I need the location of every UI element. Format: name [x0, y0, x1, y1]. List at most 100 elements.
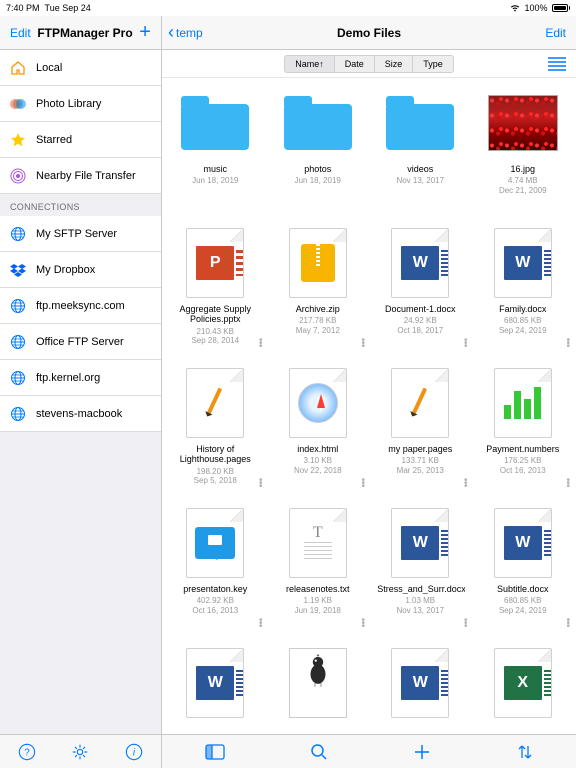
connection-label: stevens-macbook	[36, 408, 122, 420]
more-button[interactable]: •••	[464, 479, 468, 488]
sort-option[interactable]: Date	[335, 55, 375, 73]
more-button[interactable]: •••	[361, 619, 365, 628]
back-button[interactable]: ‹temp	[168, 22, 203, 43]
connection-item[interactable]: ftp.kernel.org	[0, 360, 161, 396]
more-button[interactable]: •••	[361, 339, 365, 348]
file-meta: Jun 18, 2019	[192, 176, 238, 186]
file-item[interactable]: W Subtitle.docx 680.85 KBSep 24, 2019 ••…	[472, 504, 575, 638]
file-name: History of Lighthouse.pages	[170, 444, 260, 465]
word-icon: W	[180, 648, 250, 718]
file-item[interactable]: presentaton.key 402.92 KBOct 16, 2013 ••…	[164, 504, 267, 638]
file-item[interactable]: W	[164, 644, 267, 734]
panel-toggle-button[interactable]	[205, 744, 225, 760]
sort-option[interactable]: Size	[375, 55, 414, 73]
file-item[interactable]	[267, 644, 370, 734]
file-name: presentaton.key	[181, 584, 249, 594]
sort-option[interactable]: Type	[413, 55, 454, 73]
file-name: videos	[405, 164, 435, 174]
file-item[interactable]: my paper.pages 133.71 KBMar 25, 2013 •••	[369, 364, 472, 498]
file-item[interactable]: History of Lighthouse.pages 198.20 KBSep…	[164, 364, 267, 498]
word-icon: W	[385, 228, 455, 298]
folder-title: Demo Files	[337, 26, 401, 40]
file-meta: 24.92 KBOct 18, 2017	[397, 316, 443, 335]
folder-icon	[385, 88, 455, 158]
keynote-icon	[180, 508, 250, 578]
more-button[interactable]: •••	[259, 479, 263, 488]
globe-icon	[10, 226, 26, 242]
sort-option[interactable]: Name↑	[284, 55, 335, 73]
file-meta: 1.03 MBNov 13, 2017	[396, 596, 444, 615]
sidebar-item-photo-library[interactable]: Photo Library	[0, 86, 161, 122]
status-time: 7:40 PM	[6, 3, 40, 13]
more-button[interactable]: •••	[566, 619, 570, 628]
excel-icon: X	[488, 648, 558, 718]
sidebar-edit-button[interactable]: Edit	[10, 26, 31, 40]
back-label: temp	[176, 26, 203, 40]
file-meta: Jun 18, 2019	[295, 176, 341, 186]
sidebar-item-nearby-file-transfer[interactable]: Nearby File Transfer	[0, 158, 161, 194]
connection-label: ftp.kernel.org	[36, 372, 100, 384]
file-item[interactable]: P Aggregate Supply Policies.pptx 210.43 …	[164, 224, 267, 358]
app-title: FTPManager Pro	[37, 26, 132, 40]
more-button[interactable]: •••	[361, 479, 365, 488]
more-button[interactable]: •••	[259, 339, 263, 348]
help-button[interactable]: ?	[17, 742, 37, 762]
txt-icon: T	[283, 508, 353, 578]
layout-toggle-button[interactable]	[548, 57, 566, 71]
zip-icon	[283, 228, 353, 298]
sidebar-item-starred[interactable]: Starred	[0, 122, 161, 158]
sort-segment[interactable]: Name↑DateSizeType	[284, 55, 454, 73]
connection-item[interactable]: ftp.meeksync.com	[0, 288, 161, 324]
word-icon: W	[488, 508, 558, 578]
file-item[interactable]: W Document-1.docx 24.92 KBOct 18, 2017 •…	[369, 224, 472, 358]
html-icon	[283, 368, 353, 438]
sidebar-list[interactable]: LocalPhoto LibraryStarredNearby File Tra…	[0, 50, 161, 734]
battery-icon	[552, 4, 571, 12]
file-item[interactable]: photos Jun 18, 2019	[267, 84, 370, 218]
nearby-icon	[10, 168, 26, 184]
sidebar-item-local[interactable]: Local	[0, 50, 161, 86]
file-item[interactable]: Payment.numbers 176.25 KBOct 16, 2013 ••…	[472, 364, 575, 498]
file-name: Aggregate Supply Policies.pptx	[170, 304, 260, 325]
file-meta: 402.92 KBOct 16, 2013	[192, 596, 238, 615]
file-meta: 4.74 MBDec 21, 2009	[499, 176, 547, 195]
svg-text:i: i	[133, 747, 136, 758]
more-button[interactable]: •••	[464, 619, 468, 628]
main-edit-button[interactable]: Edit	[545, 26, 566, 40]
connection-label: My Dropbox	[36, 264, 95, 276]
info-button[interactable]: i	[124, 742, 144, 762]
more-button[interactable]: •••	[464, 339, 468, 348]
connection-item[interactable]: My SFTP Server	[0, 216, 161, 252]
file-grid[interactable]: music Jun 18, 2019 photos Jun 18, 2019 v…	[162, 78, 576, 734]
file-item[interactable]: index.html 3.10 KBNov 22, 2018 •••	[267, 364, 370, 498]
file-item[interactable]: videos Nov 13, 2017	[369, 84, 472, 218]
file-name: my paper.pages	[386, 444, 454, 454]
folder-icon	[180, 88, 250, 158]
settings-button[interactable]	[70, 742, 90, 762]
connection-item[interactable]: My Dropbox	[0, 252, 161, 288]
file-item[interactable]: Archive.zip 217.78 KBMay 7, 2012 •••	[267, 224, 370, 358]
globe-icon	[10, 406, 26, 422]
more-button[interactable]: •••	[259, 619, 263, 628]
sidebar: Edit FTPManager Pro + LocalPhoto Library…	[0, 16, 162, 768]
add-connection-button[interactable]: +	[139, 21, 151, 44]
file-item[interactable]: W Family.docx 680.85 KBSep 24, 2019 •••	[472, 224, 575, 358]
sidebar-navbar: Edit FTPManager Pro +	[0, 16, 161, 50]
file-meta: 680.85 KBSep 24, 2019	[499, 596, 547, 615]
status-bar: 7:40 PM Tue Sep 24 100%	[0, 0, 576, 16]
search-button[interactable]	[310, 743, 328, 761]
add-button[interactable]	[413, 743, 431, 761]
file-item[interactable]: W	[369, 644, 472, 734]
file-meta: 217.78 KBMay 7, 2012	[296, 316, 340, 335]
file-item[interactable]: music Jun 18, 2019	[164, 84, 267, 218]
transfer-button[interactable]	[516, 743, 534, 761]
file-item[interactable]: T releasenotes.txt 1.19 KBJun 19, 2018 •…	[267, 504, 370, 638]
file-item[interactable]: W Stress_and_Surr.docx 1.03 MBNov 13, 20…	[369, 504, 472, 638]
more-button[interactable]: •••	[566, 339, 570, 348]
file-item[interactable]: 16.jpg 4.74 MBDec 21, 2009	[472, 84, 575, 218]
more-button[interactable]: •••	[566, 479, 570, 488]
connection-item[interactable]: Office FTP Server	[0, 324, 161, 360]
file-item[interactable]: X	[472, 644, 575, 734]
connection-item[interactable]: stevens-macbook	[0, 396, 161, 432]
globe-icon	[10, 334, 26, 350]
